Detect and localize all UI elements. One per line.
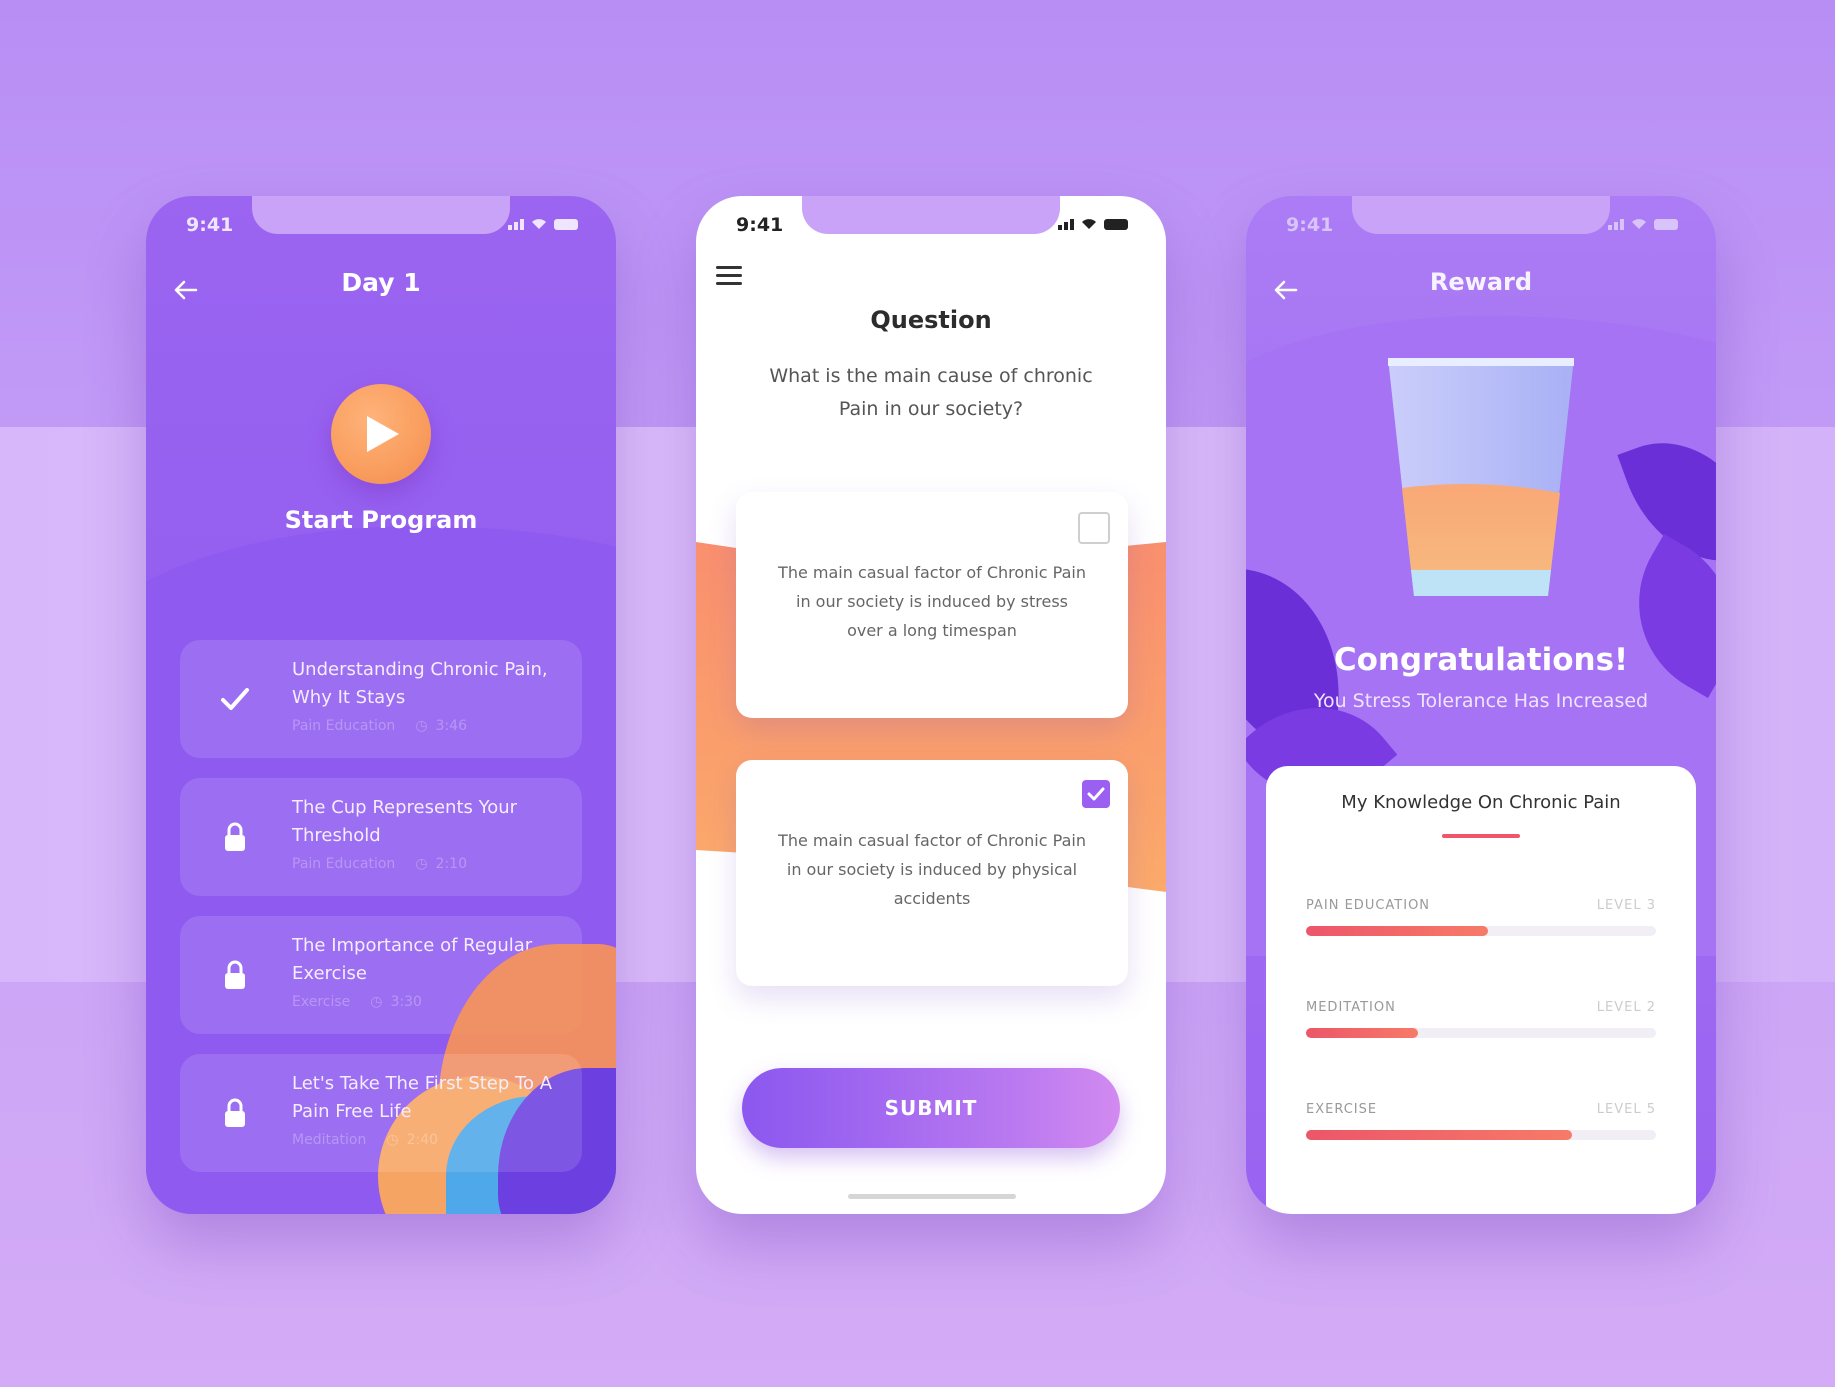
status-bar: 9:41 bbox=[146, 214, 616, 244]
lesson-duration: 2:10 bbox=[435, 856, 467, 872]
wifi-icon bbox=[532, 219, 546, 229]
progress-fill bbox=[1306, 1130, 1572, 1140]
page-title: Day 1 bbox=[341, 268, 421, 297]
clock-icon: ◷ bbox=[415, 718, 428, 734]
start-program-label[interactable]: Start Program bbox=[146, 506, 616, 534]
check-icon bbox=[221, 688, 249, 710]
lesson-duration: 2:40 bbox=[406, 1132, 439, 1148]
checkbox-checked[interactable] bbox=[1082, 780, 1110, 808]
battery-icon bbox=[1654, 219, 1678, 230]
lesson-item[interactable]: Let's Take The First Step To A Pain Free… bbox=[180, 1054, 582, 1172]
card-title: My Knowledge On Chronic Pain bbox=[1341, 792, 1621, 813]
answer-option[interactable]: The main casual factor of Chronic Pain i… bbox=[736, 760, 1128, 986]
lock-icon bbox=[225, 822, 245, 851]
congrats-subtitle: You Stress Tolerance Has Increased bbox=[1313, 690, 1649, 712]
skill-name: MEDITATION bbox=[1306, 1000, 1396, 1015]
progress-fill bbox=[1306, 1028, 1418, 1038]
clock-icon: ◷ bbox=[370, 994, 383, 1010]
menu-icon[interactable] bbox=[716, 266, 742, 288]
battery-icon bbox=[1104, 219, 1128, 230]
lesson-item[interactable]: The Cup Represents Your Threshold Pain E… bbox=[180, 778, 582, 896]
answer-text: The main casual factor of Chronic Pain i… bbox=[778, 831, 1086, 908]
signal-icon bbox=[508, 219, 524, 230]
battery-icon bbox=[554, 219, 578, 230]
progress-track bbox=[1306, 1028, 1656, 1038]
phone-reward-screen: 9:41 Reward Congratulations! You Stress … bbox=[1246, 196, 1716, 1214]
signal-icon bbox=[1058, 219, 1074, 230]
page-title: Question bbox=[870, 306, 992, 334]
play-icon bbox=[367, 416, 399, 452]
lesson-category: Exercise bbox=[292, 994, 351, 1010]
congrats-heading: Congratulations! bbox=[1333, 642, 1629, 678]
checkbox-unchecked[interactable] bbox=[1078, 512, 1110, 544]
lock-icon bbox=[225, 960, 245, 989]
wifi-icon bbox=[1632, 219, 1646, 229]
lesson-title: The Cup Represents Your Threshold bbox=[292, 797, 518, 846]
answer-option[interactable]: The main casual factor of Chronic Pain i… bbox=[736, 492, 1128, 718]
skill-level: LEVEL 5 bbox=[1596, 1102, 1656, 1117]
status-time: 9:41 bbox=[736, 214, 784, 236]
clock-icon: ◷ bbox=[415, 856, 428, 872]
status-time: 9:41 bbox=[186, 214, 234, 236]
progress-fill bbox=[1306, 926, 1488, 936]
lesson-duration: 3:30 bbox=[390, 994, 422, 1010]
phone-question-screen: 9:41 Question What is the main cause of … bbox=[696, 196, 1166, 1214]
answer-text: The main casual factor of Chronic Pain i… bbox=[778, 563, 1086, 640]
lesson-category: Meditation bbox=[292, 1132, 367, 1148]
skill-name: PAIN EDUCATION bbox=[1306, 898, 1431, 913]
play-button[interactable] bbox=[331, 384, 431, 484]
lesson-title: Understanding Chronic Pain, Why It Stays bbox=[292, 659, 548, 708]
home-indicator bbox=[848, 1194, 1016, 1199]
lesson-title: Let's Take The First Step To A Pain Free… bbox=[292, 1073, 553, 1122]
signal-icon bbox=[1608, 219, 1624, 230]
lesson-item[interactable]: Understanding Chronic Pain, Why It Stays… bbox=[180, 640, 582, 758]
lesson-duration: 3:46 bbox=[435, 718, 467, 734]
clock-icon: ◷ bbox=[386, 1132, 399, 1148]
skill-level: LEVEL 3 bbox=[1596, 898, 1656, 913]
lesson-category: Pain Education bbox=[292, 718, 396, 734]
status-bar: 9:41 bbox=[1246, 214, 1716, 244]
check-icon bbox=[1087, 787, 1105, 801]
wifi-icon bbox=[1082, 219, 1096, 229]
knowledge-card: My Knowledge On Chronic Pain PAIN EDUCAT… bbox=[1266, 766, 1696, 1214]
progress-track bbox=[1306, 1130, 1656, 1140]
phone-day-screen: 9:41 Day 1 Start Program Understanding C… bbox=[146, 196, 616, 1214]
glass-icon bbox=[1388, 358, 1574, 596]
lesson-category: Pain Education bbox=[292, 856, 396, 872]
progress-track bbox=[1306, 926, 1656, 936]
question-text: What is the main cause of chronic Pain i… bbox=[769, 365, 1093, 420]
status-time: 9:41 bbox=[1286, 214, 1334, 236]
page-title: Reward bbox=[1429, 268, 1533, 296]
lock-icon bbox=[225, 1098, 245, 1127]
title-underline bbox=[1442, 834, 1520, 838]
skill-name: EXERCISE bbox=[1306, 1102, 1378, 1117]
submit-button[interactable]: SUBMIT bbox=[742, 1068, 1120, 1148]
status-bar: 9:41 bbox=[696, 214, 1166, 244]
skill-level: LEVEL 2 bbox=[1596, 1000, 1656, 1015]
